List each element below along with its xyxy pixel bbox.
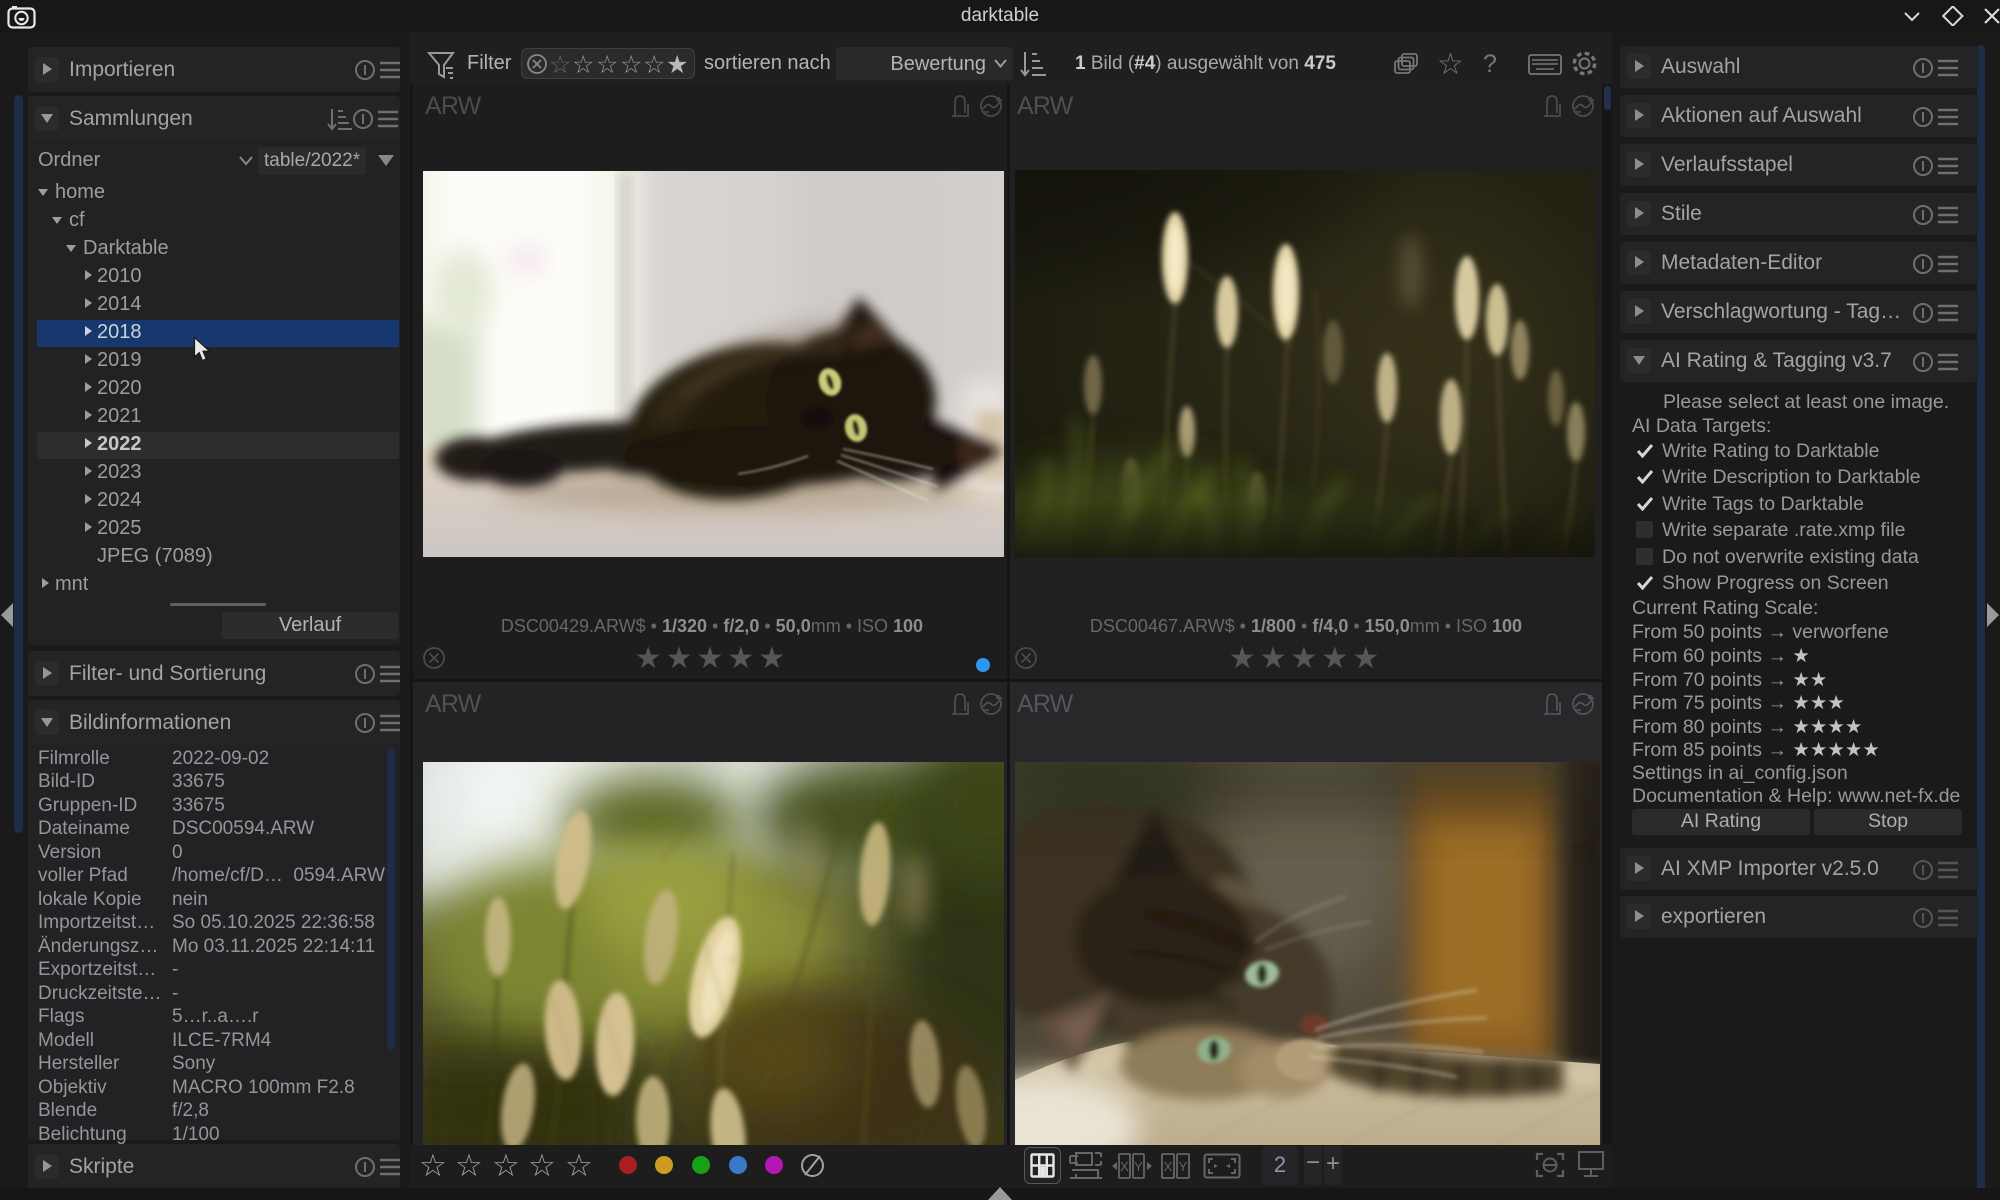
svg-text:Y: Y — [1134, 1159, 1143, 1174]
svg-text:X: X — [1120, 1159, 1129, 1174]
svg-text:Y: Y — [1179, 1159, 1188, 1174]
svg-text:X: X — [1164, 1159, 1173, 1174]
